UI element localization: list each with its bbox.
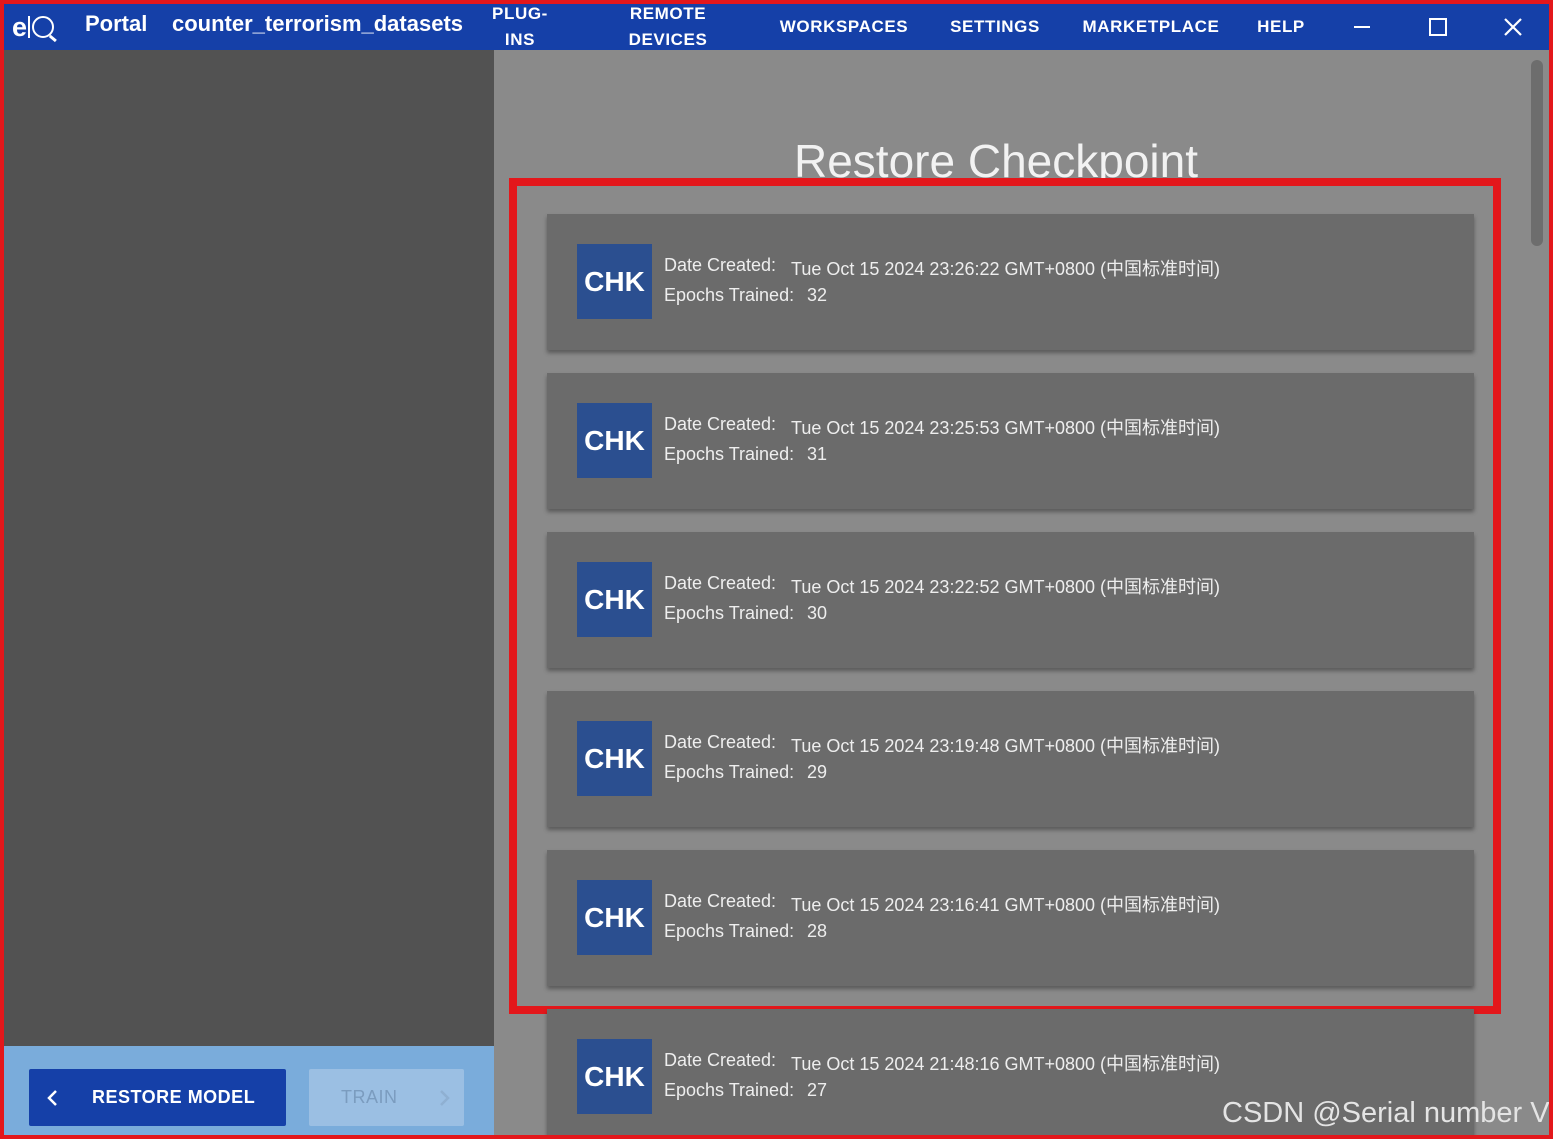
maximize-icon [1429, 18, 1447, 36]
nav-remote-devices[interactable]: REMOTE DEVICES [614, 4, 722, 50]
train-label: TRAIN [341, 1087, 398, 1107]
checkpoint-icon: CHK [577, 880, 652, 955]
nav-workspaces[interactable]: WORKSPACES [768, 4, 920, 50]
nav-remote-line1: REMOTE [629, 4, 707, 23]
date-created-label: Date Created: [664, 255, 777, 275]
date-created-value: Tue Oct 15 2024 23:19:48 GMT+0800 (中国标准时… [791, 736, 1221, 756]
checkpoint-icon: CHK [577, 562, 652, 637]
date-created-value: Tue Oct 15 2024 21:48:16 GMT+0800 (中国标准时… [791, 1054, 1221, 1074]
close-icon [1504, 18, 1522, 36]
minimize-icon [1354, 26, 1370, 28]
date-created-label: Date Created: [664, 1050, 777, 1070]
checkpoint-card[interactable]: CHK Date Created: Tue Oct 15 2024 23:22:52… [547, 532, 1474, 668]
date-created-value: Tue Oct 15 2024 23:26:22 GMT+0800 (中国标准时… [791, 259, 1221, 279]
main-content: Restore Checkpoint CHK Date Created: Tue O… [494, 50, 1549, 1135]
chevron-right-icon [440, 1090, 450, 1106]
title-bar: e Portal counter_terrorism_datasets PLUG… [4, 4, 1549, 50]
epochs-trained-label: Epochs Trained: [664, 1080, 795, 1100]
epochs-trained-value: 32 [807, 285, 828, 305]
chevron-left-icon [47, 1090, 57, 1106]
epochs-trained-label: Epochs Trained: [664, 444, 795, 464]
checkpoint-icon: CHK [577, 721, 652, 796]
epochs-trained-value: 31 [807, 444, 828, 464]
date-created-value: Tue Oct 15 2024 23:25:53 GMT+0800 (中国标准时… [791, 418, 1221, 438]
checkpoint-card[interactable]: CHK Date Created: Tue Oct 15 2024 23:26:22… [547, 214, 1474, 350]
epochs-trained-value: 30 [807, 603, 828, 623]
date-created-label: Date Created: [664, 414, 777, 434]
app-window: e Portal counter_terrorism_datasets PLUG… [0, 0, 1553, 1139]
nav-plugins-line1: PLUG- [492, 4, 548, 23]
scrollbar-thumb[interactable] [1531, 60, 1543, 246]
eiq-logo: e [12, 10, 55, 44]
nav-plugins[interactable]: PLUG- INS [480, 4, 560, 50]
date-created-label: Date Created: [664, 732, 777, 752]
nav-help[interactable]: HELP [1248, 4, 1314, 50]
date-created-value: Tue Oct 15 2024 23:22:52 GMT+0800 (中国标准时… [791, 577, 1221, 597]
checkpoint-card[interactable]: CHK Date Created: Tue Oct 15 2024 23:19:48… [547, 691, 1474, 827]
date-created-label: Date Created: [664, 573, 777, 593]
close-button[interactable] [1489, 4, 1537, 50]
restore-model-label: RESTORE MODEL [92, 1087, 256, 1107]
checkpoint-icon: CHK [577, 1039, 652, 1114]
epochs-trained-label: Epochs Trained: [664, 285, 795, 305]
restore-model-button[interactable]: RESTORE MODEL [29, 1069, 286, 1126]
checkpoint-card[interactable]: CHK Date Created: Tue Oct 15 2024 23:16:41… [547, 850, 1474, 986]
maximize-button[interactable] [1414, 4, 1462, 50]
watermark: CSDN @Serial number V [1222, 1097, 1550, 1129]
sidebar-footer: RESTORE MODEL TRAIN [4, 1046, 494, 1135]
sidebar: RESTORE MODEL TRAIN [4, 50, 494, 1135]
epochs-trained-value: 27 [807, 1080, 828, 1100]
checkpoint-icon: CHK [577, 403, 652, 478]
app-title: Portal [85, 11, 148, 36]
nav-settings[interactable]: SETTINGS [940, 4, 1050, 50]
nav-marketplace[interactable]: MARKETPLACE [1071, 4, 1231, 50]
epochs-trained-value: 28 [807, 921, 828, 941]
minimize-button[interactable] [1338, 4, 1386, 50]
epochs-trained-label: Epochs Trained: [664, 921, 795, 941]
project-title[interactable]: counter_terrorism_datasets [172, 11, 463, 37]
checkpoint-card[interactable]: CHK Date Created: Tue Oct 15 2024 23:25:53… [547, 373, 1474, 509]
date-created-label: Date Created: [664, 891, 777, 911]
train-button[interactable]: TRAIN [309, 1069, 464, 1126]
checkpoint-icon: CHK [577, 244, 652, 319]
epochs-trained-label: Epochs Trained: [664, 603, 795, 623]
epochs-trained-value: 29 [807, 762, 828, 782]
date-created-value: Tue Oct 15 2024 23:16:41 GMT+0800 (中国标准时… [791, 895, 1221, 915]
epochs-trained-label: Epochs Trained: [664, 762, 795, 782]
